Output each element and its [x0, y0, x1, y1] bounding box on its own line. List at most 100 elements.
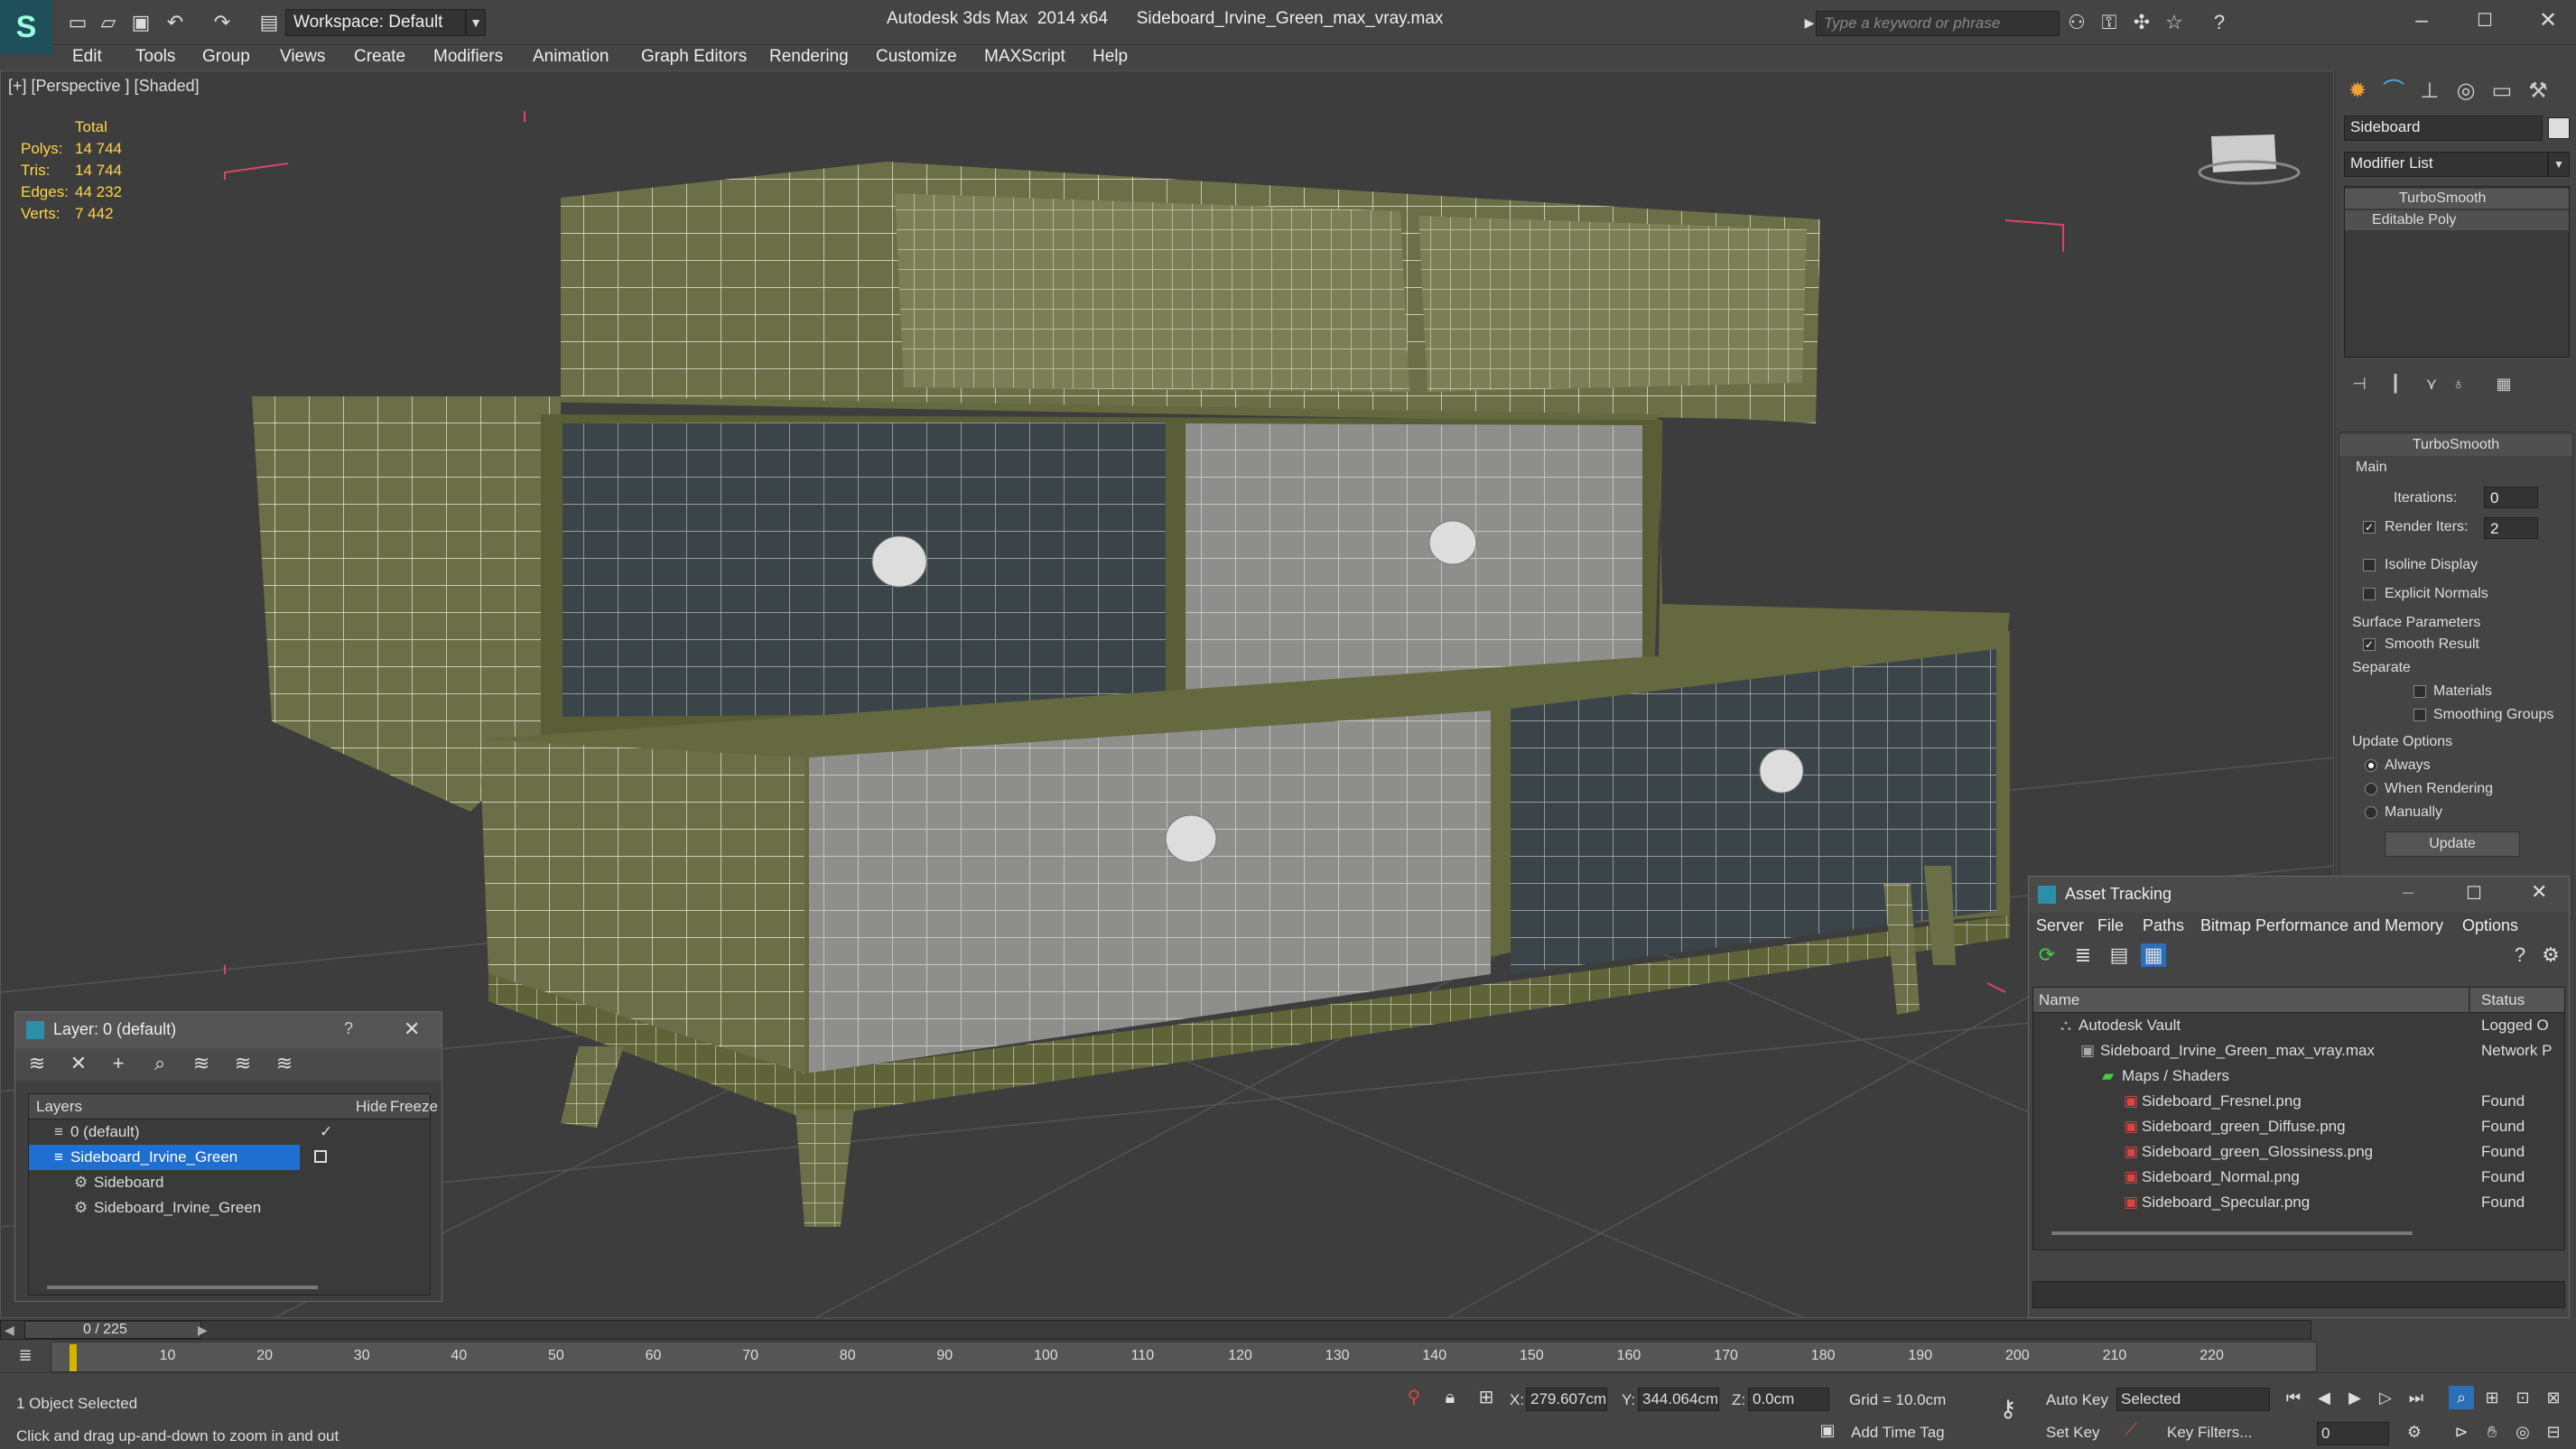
show-end-result-icon[interactable]: ┃ — [2380, 368, 2411, 399]
orbit-icon[interactable]: ◎ — [2510, 1420, 2535, 1444]
go-to-start-icon[interactable]: ⏮︎ — [2281, 1386, 2306, 1409]
asset-row[interactable]: ▣ Sideboard_Irvine_Green_max_vray.max Ne… — [2033, 1038, 2564, 1064]
prev-frame-icon[interactable]: ◀ — [5, 1323, 14, 1338]
hierarchy-tab-icon[interactable]: ⊥ — [2414, 76, 2445, 107]
play-icon[interactable]: ▶︎ — [2342, 1386, 2367, 1409]
add-selection-icon[interactable]: + — [106, 1052, 131, 1075]
add-time-tag[interactable]: Add Time Tag — [1851, 1424, 1945, 1442]
asset-row[interactable]: ▣ Sideboard_Specular.png Found — [2033, 1190, 2564, 1215]
manually-radio[interactable] — [2365, 806, 2377, 819]
always-radio[interactable] — [2365, 759, 2377, 772]
menu-animation[interactable]: Animation — [533, 47, 609, 67]
settings-icon[interactable]: ⚙ — [2538, 943, 2563, 967]
asset-menu-server[interactable]: Server — [2036, 916, 2084, 935]
display-tab-icon[interactable]: ▭ — [2487, 76, 2517, 107]
smooth-result-checkbox[interactable]: ✓ — [2363, 638, 2376, 651]
col-layers[interactable]: Layers — [36, 1094, 82, 1119]
new-file-icon[interactable]: ▭ — [65, 11, 90, 34]
menu-rendering[interactable]: Rendering — [769, 47, 849, 67]
asset-row[interactable]: ▣ Sideboard_Normal.png Found — [2033, 1165, 2564, 1190]
col-freeze[interactable]: Freeze — [390, 1094, 438, 1119]
y-coordinate-field[interactable]: 344.064cm — [1638, 1388, 1719, 1411]
select-objects-icon[interactable]: ⌕ — [147, 1052, 172, 1075]
search-input[interactable]: Type a keyword or phrase — [1816, 11, 2060, 36]
layer-row-sideboard-irvine-green[interactable]: ≡ Sideboard_Irvine_Green — [29, 1145, 300, 1170]
modify-tab-icon[interactable]: ⌒ — [2378, 76, 2409, 107]
close-icon[interactable]: ✕ — [2531, 880, 2547, 904]
app-logo-icon[interactable]: S — [0, 0, 52, 54]
asset-menu-paths[interactable]: Paths — [2143, 916, 2184, 935]
next-frame-icon[interactable]: ▷ — [2373, 1386, 2398, 1409]
create-tab-icon[interactable]: ✹ — [2342, 76, 2373, 107]
asset-row[interactable]: ⛬ Autodesk Vault Logged O — [2033, 1013, 2564, 1038]
horizontal-scrollbar[interactable] — [2051, 1231, 2413, 1235]
materials-checkbox[interactable] — [2413, 685, 2426, 698]
delete-layer-icon[interactable]: ✕ — [66, 1052, 91, 1075]
layer-help-icon[interactable]: ? — [344, 1019, 353, 1038]
layer-row-object-sideboard[interactable]: ⚙ Sideboard — [29, 1170, 430, 1195]
track-bar[interactable]: 10 20 30 40 50 60 70 80 90 100 110 120 130 140 150 160 1… — [51, 1342, 2317, 1372]
menu-group[interactable]: Group — [202, 47, 250, 67]
asset-row[interactable]: ▣ Sideboard_Fresnel.png Found — [2033, 1089, 2564, 1114]
render-iters-spinner[interactable]: 2 — [2484, 517, 2538, 539]
x-coordinate-field[interactable]: 279.607cm — [1526, 1388, 1607, 1411]
layer-dialog-titlebar[interactable]: Layer: 0 (default) ? ✕ — [15, 1012, 442, 1048]
asset-titlebar[interactable]: Asset Tracking – ☐ ✕ — [2029, 877, 2569, 913]
maximize-viewport-icon[interactable]: ⊟ — [2541, 1420, 2566, 1444]
asset-row[interactable]: ▣ Sideboard_green_Diffuse.png Found — [2033, 1114, 2564, 1139]
create-layer-icon[interactable]: ≋ — [24, 1052, 50, 1075]
asset-path-field[interactable] — [2032, 1281, 2565, 1308]
asset-menu-options[interactable]: Options — [2462, 916, 2518, 935]
maximize-icon[interactable]: ☐ — [2458, 5, 2512, 36]
next-frame-icon[interactable]: ▶ — [198, 1323, 208, 1338]
key-selection-dropdown[interactable]: Selected — [2116, 1388, 2270, 1411]
zoom-all-icon[interactable]: ⊞ — [2479, 1386, 2505, 1409]
set-key-mode-icon[interactable]: ⚷ — [1995, 1397, 2021, 1420]
menu-create[interactable]: Create — [354, 47, 405, 67]
isoline-checkbox[interactable] — [2363, 559, 2376, 571]
motion-tab-icon[interactable]: ◎ — [2450, 76, 2481, 107]
previous-frame-icon[interactable]: ◀︎ — [2311, 1386, 2337, 1409]
explicit-normals-checkbox[interactable] — [2363, 588, 2376, 600]
key-icon[interactable]: ⚿ — [2097, 11, 2122, 34]
communication-icon[interactable]: ✣ — [2129, 11, 2154, 34]
auto-key-button[interactable]: Auto Key — [2046, 1391, 2108, 1409]
mini-curve-editor-icon[interactable]: ≣ — [13, 1343, 38, 1367]
zoom-extents-icon[interactable]: ⊡ — [2510, 1386, 2535, 1409]
current-frame-field[interactable]: 0 — [2317, 1422, 2389, 1445]
time-slider[interactable]: ◀ 0 / 225 ▶ — [0, 1320, 2311, 1340]
menu-graph-editors[interactable]: Graph Editors — [641, 47, 747, 67]
undo-icon[interactable]: ↶ — [163, 11, 188, 34]
lock-selection-icon[interactable]: 🔒︎ — [1437, 1386, 1463, 1409]
help-icon[interactable]: ? — [2507, 943, 2533, 967]
configure-modifier-sets-icon[interactable]: ▦ — [2488, 368, 2519, 399]
hide-all-icon[interactable]: ≋ — [230, 1052, 256, 1075]
iterations-spinner[interactable]: 0 — [2484, 487, 2538, 508]
stack-item-turbosmooth[interactable]: TurboSmooth — [2345, 189, 2569, 209]
time-slider-thumb[interactable]: 0 / 225 — [24, 1321, 201, 1339]
layer-row-object-sideboard-irvine-green[interactable]: ⚙ Sideboard_Irvine_Green — [29, 1195, 430, 1221]
z-coordinate-field[interactable]: 0.0cm — [1748, 1388, 1829, 1411]
menu-views[interactable]: Views — [280, 47, 325, 67]
pan-icon[interactable]: ✋︎ — [2479, 1420, 2505, 1444]
current-frame-marker[interactable] — [70, 1344, 77, 1371]
freeze-all-icon[interactable]: ≋ — [272, 1052, 297, 1075]
pin-stack-icon[interactable]: ⊣ — [2344, 368, 2375, 399]
detail-view-icon[interactable]: ▤ — [2106, 943, 2132, 967]
open-file-icon[interactable]: ▱ — [96, 11, 121, 34]
go-to-end-icon[interactable]: ⏭︎ — [2404, 1386, 2429, 1409]
make-active-checkbox[interactable] — [314, 1150, 327, 1163]
active-layer-check-icon[interactable]: ✓ — [320, 1119, 332, 1145]
make-unique-icon[interactable]: ⋎ — [2416, 368, 2447, 399]
col-hide[interactable]: Hide — [356, 1094, 387, 1119]
asset-menu-file[interactable]: File — [2097, 916, 2124, 935]
chevron-down-icon[interactable]: ▼ — [466, 9, 486, 36]
update-button[interactable]: Update — [2385, 831, 2520, 857]
project-folder-icon[interactable]: ▤ — [256, 11, 282, 34]
modifier-list-dropdown[interactable]: Modifier List — [2344, 152, 2548, 177]
table-view-icon[interactable]: ▦ — [2141, 943, 2166, 967]
time-config-icon[interactable]: ⚙ — [2402, 1420, 2427, 1444]
horizontal-scrollbar[interactable] — [47, 1286, 318, 1289]
save-icon[interactable]: ▣ — [128, 11, 153, 34]
key-filters-button[interactable]: Key Filters... — [2167, 1424, 2252, 1442]
